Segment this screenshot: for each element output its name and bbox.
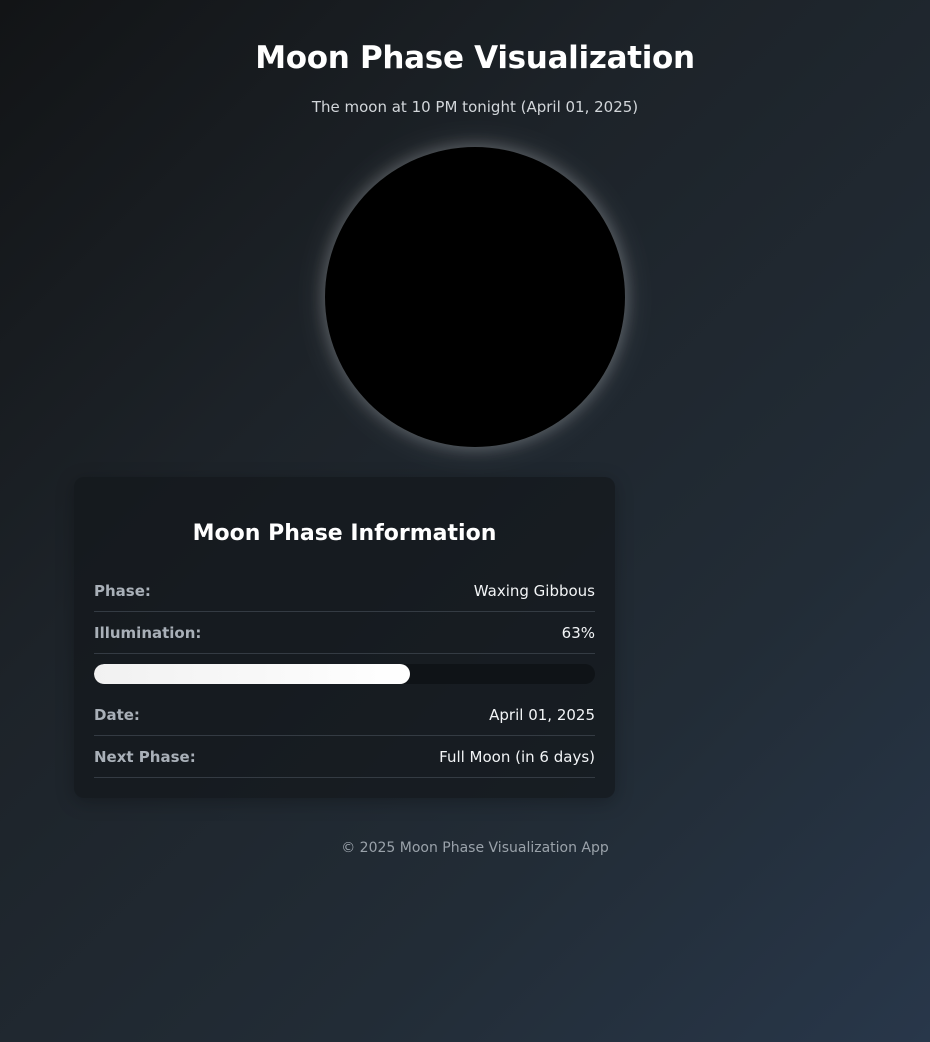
date-value: April 01, 2025 — [489, 705, 595, 724]
phase-label: Phase: — [94, 581, 151, 600]
footer-copyright: © 2025 Moon Phase Visualization App — [341, 840, 609, 856]
moon-info-card: Moon Phase Information Phase: Waxing Gib… — [74, 477, 615, 798]
page-subtitle: The moon at 10 PM tonight (April 01, 202… — [311, 98, 639, 116]
illumination-progress-bar — [94, 664, 595, 684]
moon-visualization — [325, 147, 625, 447]
illumination-value: 63% — [561, 623, 595, 642]
date-row: Date: April 01, 2025 — [94, 694, 595, 736]
illumination-progress-fill — [94, 664, 410, 684]
phase-value: Waxing Gibbous — [473, 581, 595, 600]
page-title: Moon Phase Visualization — [255, 40, 695, 76]
info-card-title: Moon Phase Information — [192, 521, 497, 546]
next-phase-label: Next Phase: — [94, 747, 196, 766]
illumination-row: Illumination: 63% — [94, 612, 595, 654]
next-phase-row: Next Phase: Full Moon (in 6 days) — [94, 736, 595, 778]
phase-row: Phase: Waxing Gibbous — [94, 570, 595, 612]
illumination-label: Illumination: — [94, 623, 202, 642]
date-label: Date: — [94, 705, 140, 724]
next-phase-value: Full Moon (in 6 days) — [439, 747, 595, 766]
